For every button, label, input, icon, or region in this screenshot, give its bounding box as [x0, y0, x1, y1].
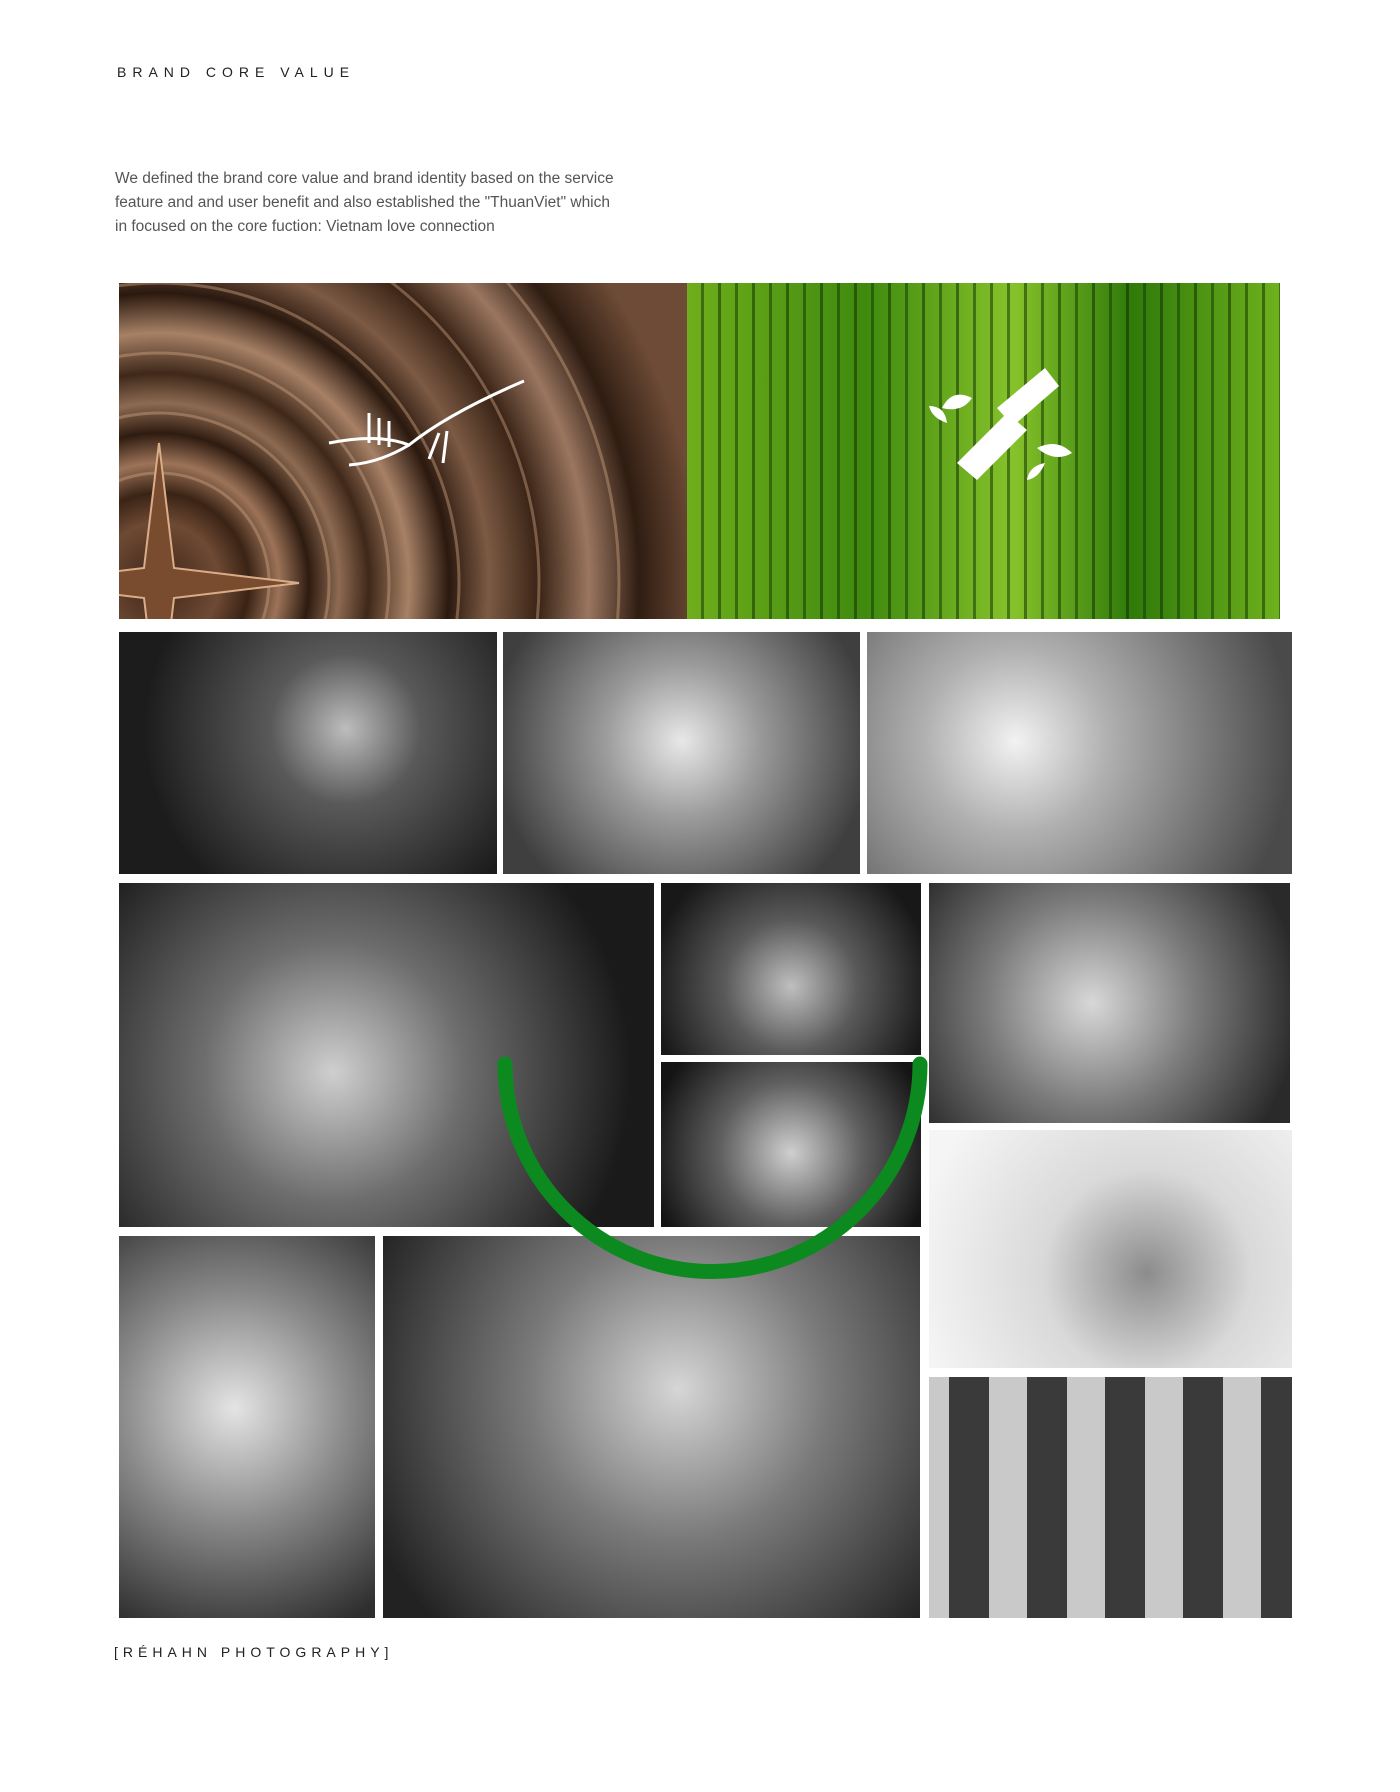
- photo-girl-looking-up: [661, 1062, 921, 1227]
- page-heading: BRAND CORE VALUE: [117, 64, 356, 80]
- photo-boy-grass: [119, 632, 497, 874]
- bamboo-image: [687, 283, 1280, 619]
- photo-boy-conical-hat: [929, 1130, 1292, 1368]
- photo-old-woman: [119, 883, 654, 1227]
- photo-girl-covering-mouth: [119, 1236, 375, 1618]
- photo-child-hat: [867, 632, 1292, 874]
- intro-text: We defined the brand core value and bran…: [115, 170, 614, 235]
- photo-old-man: [661, 883, 921, 1055]
- crane-icon: [328, 379, 525, 467]
- photo-children-ground: [929, 883, 1290, 1123]
- bronze-drum-image: [119, 283, 687, 619]
- photo-credit: [RÉHAHN PHOTOGRAPHY]: [114, 1644, 394, 1660]
- photo-window-children: [929, 1377, 1292, 1618]
- photo-girl-carrying-greens: [383, 1236, 920, 1618]
- photo-two-girls: [503, 632, 860, 874]
- bamboo-logo-icon: [929, 368, 1072, 480]
